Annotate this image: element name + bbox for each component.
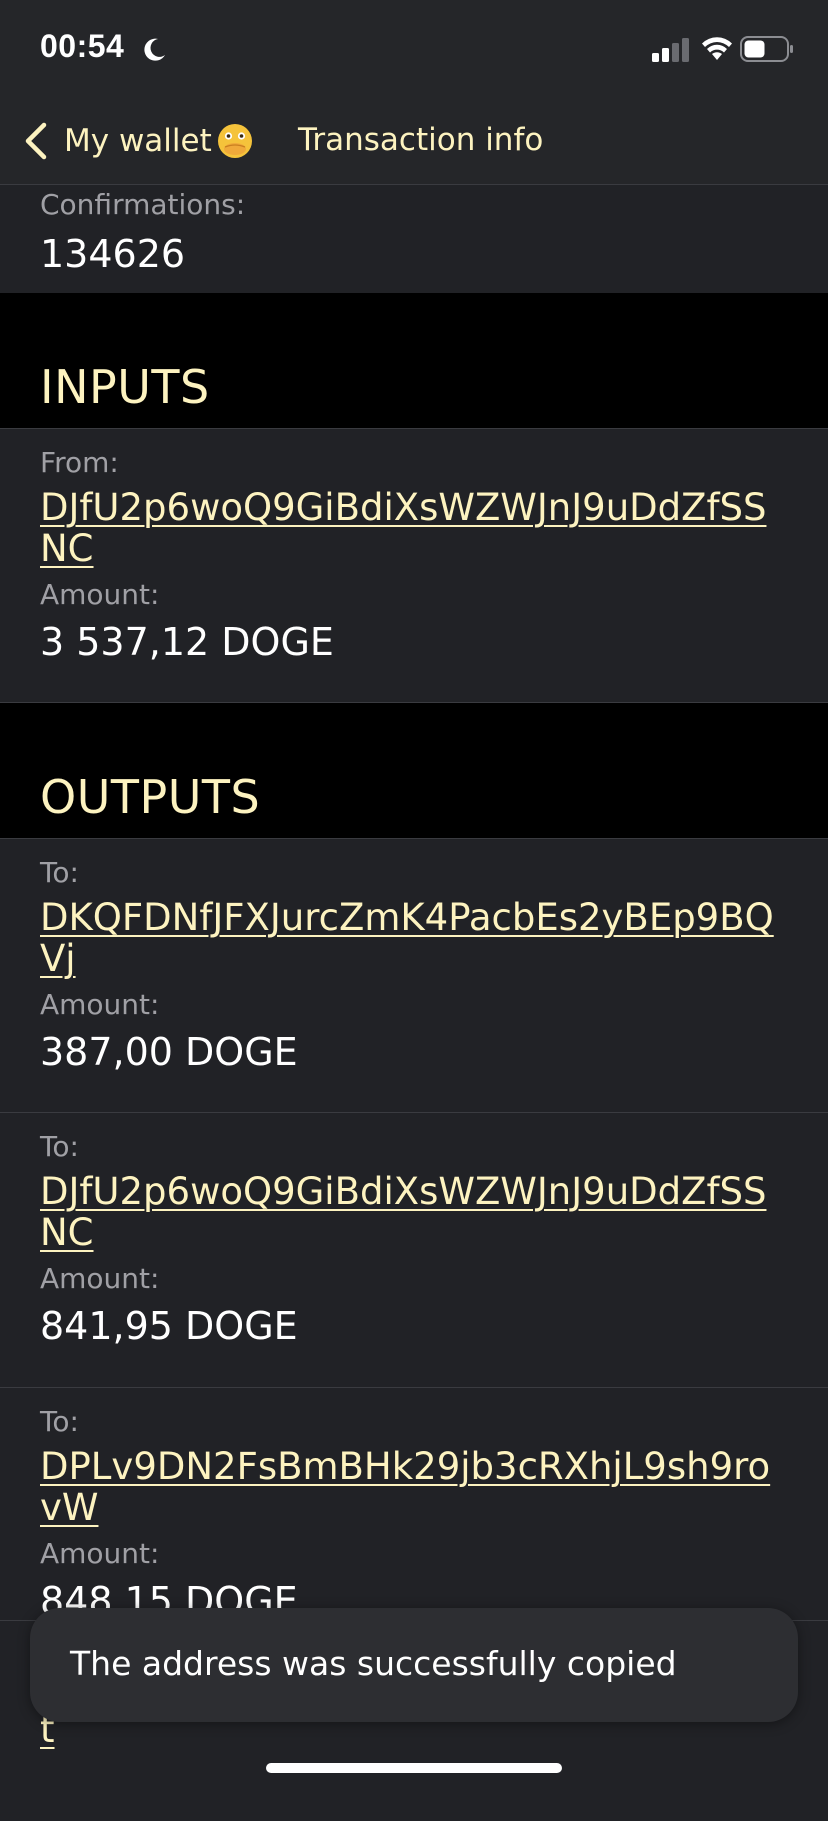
copy-success-toast: The address was successfully copied — [30, 1608, 798, 1722]
to-label: To: — [40, 1130, 79, 1163]
outputs-section-header: OUTPUTS — [0, 702, 828, 839]
wifi-icon — [702, 37, 732, 60]
toast-message: The address was successfully copied — [70, 1644, 677, 1683]
output-amount: 387,00 DOGE — [40, 1030, 298, 1074]
output-item: To: DKQFDNfJFXJurcZmK4PacbEs2yBEp9BQVj A… — [0, 839, 828, 1112]
output-address-link[interactable]: DPLv9DN2FsBmBHk29jb3cRXhjL9sh9rovW — [40, 1446, 792, 1528]
output-address-link[interactable]: DJfU2p6woQ9GiBdiXsWZWJnJ9uDdZfSSNC — [40, 1171, 792, 1253]
home-indicator[interactable] — [266, 1763, 562, 1773]
amount-label: Amount: — [40, 988, 160, 1021]
status-bar: 00:54 — [0, 0, 828, 100]
chevron-left-icon — [25, 122, 47, 160]
face-with-open-eyes-and-hand-over-mouth-icon — [217, 124, 252, 158]
inputs-section-header: INPUTS — [0, 293, 828, 429]
amount-label: Amount: — [40, 578, 160, 611]
status-time: 00:54 — [40, 28, 125, 64]
input-amount: 3 537,12 DOGE — [40, 620, 334, 664]
output-address-link[interactable]: DKQFDNfJFXJurcZmK4PacbEs2yBEp9BQVj — [40, 897, 792, 979]
inputs-title: INPUTS — [40, 360, 210, 414]
amount-label: Amount: — [40, 1537, 160, 1570]
output-item: To: DPLv9DN2FsBmBHk29jb3cRXhjL9sh9rovW A… — [0, 1387, 828, 1623]
output-amount: 841,95 DOGE — [40, 1304, 298, 1348]
amount-label: Amount: — [40, 1262, 160, 1295]
confirmations-value: 134626 — [40, 232, 186, 276]
outputs-title: OUTPUTS — [40, 770, 261, 824]
signal-icon — [652, 38, 689, 62]
output-item: To: DJfU2p6woQ9GiBdiXsWZWJnJ9uDdZfSSNC A… — [0, 1112, 828, 1387]
to-label: To: — [40, 856, 79, 889]
battery-icon — [740, 36, 793, 62]
back-label: My wallet — [64, 123, 212, 159]
input-item: From: DJfU2p6woQ9GiBdiXsWZWJnJ9uDdZfSSNC… — [0, 429, 828, 702]
back-button[interactable]: My wallet — [22, 116, 254, 166]
transaction-details[interactable]: Confirmations: 134626 INPUTS From: DJfU2… — [0, 185, 828, 1821]
navigation-bar: My wallet Transaction info — [0, 100, 828, 185]
confirmations-label: Confirmations: — [40, 188, 246, 221]
page-title: Transaction info — [298, 122, 544, 158]
confirmations-card: Confirmations: 134626 — [0, 185, 828, 293]
moon-icon — [144, 38, 165, 61]
input-address-link[interactable]: DJfU2p6woQ9GiBdiXsWZWJnJ9uDdZfSSNC — [40, 487, 792, 569]
from-label: From: — [40, 446, 119, 479]
to-label: To: — [40, 1405, 79, 1438]
